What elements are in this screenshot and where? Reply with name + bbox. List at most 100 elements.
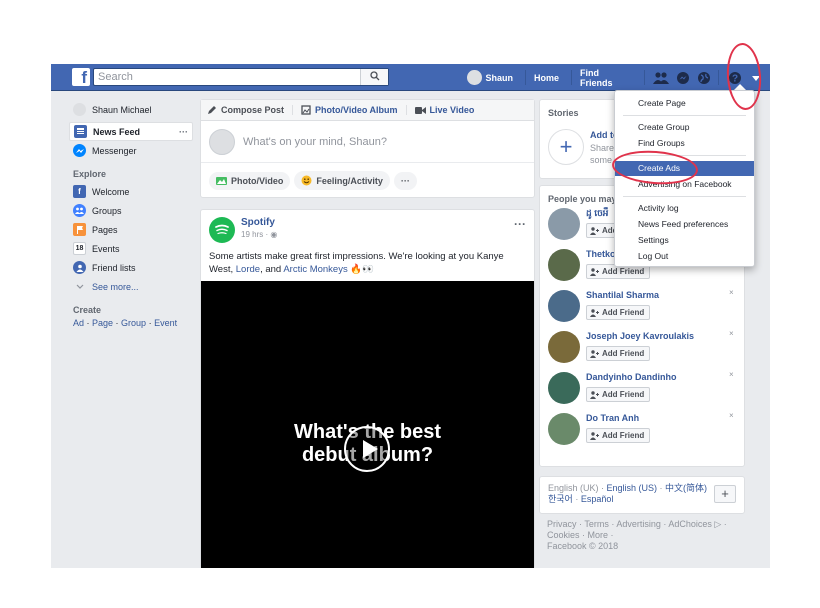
- copyright: Facebook © 2018: [547, 541, 619, 551]
- sidebar-item-friend-lists[interactable]: Friend lists: [69, 258, 193, 277]
- footer-line[interactable]: Cookies · More ·: [547, 530, 747, 541]
- language-link[interactable]: English (US): [607, 483, 658, 493]
- sidebar-item-news-feed[interactable]: News Feed ···: [69, 122, 193, 141]
- tab-label: Photo/Video Album: [315, 105, 398, 115]
- sidebar-item-events[interactable]: 18 Events: [69, 239, 193, 258]
- avatar[interactable]: [548, 208, 580, 240]
- sidebar-item-profile[interactable]: Shaun Michael: [69, 100, 193, 119]
- add-friend-button[interactable]: Add Friend: [586, 346, 650, 361]
- nav-home[interactable]: Home: [534, 73, 559, 83]
- arctic-monkeys-link[interactable]: Arctic Monkeys: [283, 264, 347, 275]
- language-link[interactable]: English (UK): [548, 483, 599, 493]
- add-friend-label: Add Friend: [602, 308, 645, 317]
- avatar[interactable]: [548, 413, 580, 445]
- create-ad-link[interactable]: Ad: [73, 318, 84, 328]
- more-options-icon[interactable]: ···: [179, 127, 188, 137]
- dismiss-icon[interactable]: ×: [729, 329, 734, 338]
- button-label: Photo/Video: [231, 175, 284, 186]
- create-group-link[interactable]: Group: [121, 318, 146, 328]
- create-page-link[interactable]: Page: [92, 318, 113, 328]
- nav-find-friends[interactable]: Find Friends: [580, 68, 632, 88]
- add-friend-label: Add Friend: [602, 431, 645, 440]
- play-button-icon[interactable]: [344, 426, 390, 472]
- create-heading: Create: [73, 305, 102, 315]
- feeling-activity-button[interactable]: Feeling/Activity: [294, 171, 390, 190]
- add-story-plus-icon[interactable]: +: [548, 129, 584, 165]
- avatar[interactable]: [548, 290, 580, 322]
- search-button[interactable]: [360, 69, 388, 85]
- add-friend-button[interactable]: Add Friend: [586, 387, 650, 402]
- see-more-link[interactable]: See more...: [69, 277, 193, 296]
- more-actions-button[interactable]: ···: [393, 171, 417, 190]
- pymk-name[interactable]: Do Tran Anh: [586, 413, 650, 426]
- post-timestamp[interactable]: 19 hrs · ◉: [241, 230, 277, 239]
- facebook-logo[interactable]: f: [72, 68, 90, 86]
- news-feed-icon: [74, 125, 87, 138]
- menu-item-settings[interactable]: Settings: [615, 233, 754, 248]
- sidebar-item-messenger[interactable]: Messenger: [69, 141, 193, 160]
- messenger-icon: [73, 144, 86, 157]
- language-card: English (UK) · English (US) · 中文(简体) 한국어…: [539, 476, 745, 514]
- avatar[interactable]: [548, 331, 580, 363]
- composer-input-area[interactable]: What's on your mind, Shaun?: [201, 121, 534, 163]
- language-link[interactable]: Español: [581, 494, 614, 504]
- divider: [623, 196, 746, 197]
- tab-compose-post[interactable]: Compose Post: [207, 105, 294, 115]
- chevron-down-icon: [73, 280, 86, 293]
- notifications-globe-icon[interactable]: [697, 70, 712, 86]
- messages-icon[interactable]: [675, 70, 690, 86]
- dismiss-icon[interactable]: ×: [729, 370, 734, 379]
- sidebar-item-label: Messenger: [92, 145, 137, 156]
- add-friend-button[interactable]: Add Friend: [586, 428, 650, 443]
- pymk-info: Do Tran Anh Add Friend: [586, 413, 650, 449]
- dismiss-icon[interactable]: ×: [729, 288, 734, 297]
- avatar[interactable]: [467, 70, 482, 85]
- smiley-icon: [301, 175, 312, 186]
- menu-item-activity-log[interactable]: Activity log: [615, 201, 754, 216]
- avatar[interactable]: [548, 249, 580, 281]
- photo-video-button[interactable]: Photo/Video: [209, 171, 291, 190]
- post-options-icon[interactable]: ···: [514, 217, 526, 250]
- add-friend-button[interactable]: Add Friend: [586, 305, 650, 320]
- create-event-link[interactable]: Event: [154, 318, 177, 328]
- avatar[interactable]: [548, 372, 580, 404]
- add-friend-label: Add Friend: [602, 267, 645, 276]
- search-icon: [369, 71, 379, 81]
- tab-photo-video-album[interactable]: Photo/Video Album: [301, 105, 407, 115]
- divider: [405, 105, 407, 115]
- language-link[interactable]: 한국어: [548, 494, 573, 504]
- calendar-icon: 18: [73, 242, 86, 255]
- menu-item-log-out[interactable]: Log Out: [615, 249, 754, 264]
- menu-item-create-group[interactable]: Create Group: [615, 120, 754, 135]
- sidebar-item-welcome[interactable]: f Welcome: [69, 182, 193, 201]
- pymk-name[interactable]: Shantilal Sharma: [586, 290, 659, 303]
- create-links: Ad · Page · Group · Event: [73, 318, 178, 328]
- language-link[interactable]: 中文(简体): [665, 483, 707, 493]
- post-page-name[interactable]: Spotify: [241, 217, 277, 228]
- video-player[interactable]: What's the best debut album?: [201, 281, 534, 568]
- sidebar-item-label: Shaun Michael: [92, 104, 152, 115]
- post-text-part: , and: [260, 264, 284, 275]
- see-more-label: See more...: [92, 281, 139, 292]
- spotify-logo-icon[interactable]: [209, 217, 235, 243]
- lorde-link[interactable]: Lorde: [236, 264, 260, 275]
- menu-item-find-groups[interactable]: Find Groups: [615, 136, 754, 151]
- menu-item-news-feed-preferences[interactable]: News Feed preferences: [615, 217, 754, 232]
- dismiss-icon[interactable]: ×: [729, 411, 734, 420]
- language-line: English (UK) · English (US) · 中文(简体): [548, 483, 708, 493]
- divider: [718, 70, 720, 85]
- nav-profile[interactable]: Shaun: [486, 73, 514, 83]
- pymk-info: Dandyinho Dandinho Add Friend: [586, 372, 677, 408]
- pymk-person: Joseph Joey Kavroulakis Add Friend: [548, 331, 694, 367]
- add-friend-icon: [590, 308, 599, 317]
- sidebar-item-groups[interactable]: Groups: [69, 201, 193, 220]
- tab-live-video[interactable]: Live Video: [414, 105, 474, 115]
- feed-post: Spotify 19 hrs · ◉ ··· Some artists make…: [200, 209, 535, 568]
- pymk-name[interactable]: Dandyinho Dandinho: [586, 372, 677, 385]
- footer-line[interactable]: Privacy · Terms · Advertising · AdChoice…: [547, 519, 747, 530]
- sidebar-item-pages[interactable]: Pages: [69, 220, 193, 239]
- search-input[interactable]: [94, 69, 354, 85]
- add-language-button[interactable]: +: [714, 485, 736, 503]
- pymk-name[interactable]: Joseph Joey Kavroulakis: [586, 331, 694, 344]
- friend-requests-icon[interactable]: [653, 70, 670, 86]
